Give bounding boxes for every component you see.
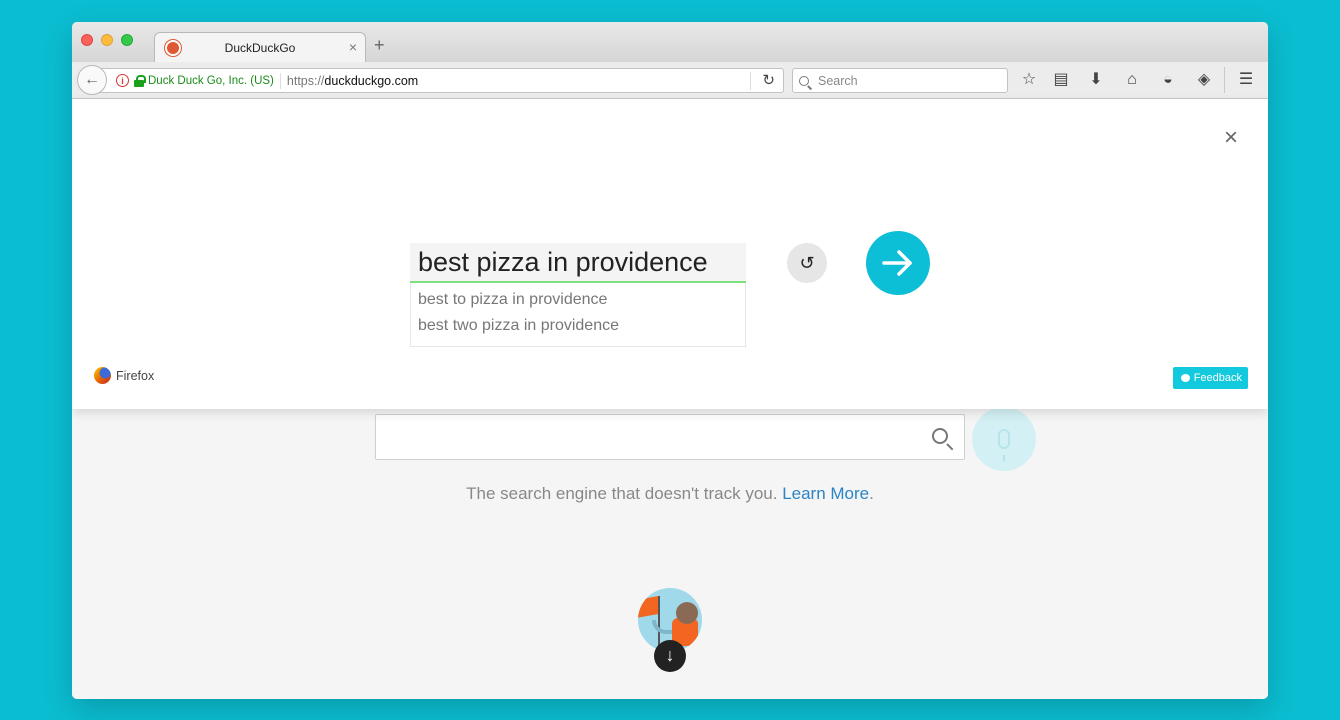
lock-icon[interactable] bbox=[134, 74, 146, 87]
tagline-text: The search engine that doesn't track you… bbox=[466, 484, 778, 503]
tab-duckduckgo[interactable]: DuckDuckGo × bbox=[154, 32, 366, 62]
mascot-head bbox=[676, 602, 698, 624]
reading-list-icon[interactable]: ▤ bbox=[1051, 70, 1071, 90]
flag-shape bbox=[638, 595, 660, 619]
info-icon[interactable]: i bbox=[116, 74, 129, 87]
tab-strip: DuckDuckGo × + bbox=[72, 22, 1268, 62]
duckduckgo-favicon-icon bbox=[165, 40, 181, 56]
microphone-button[interactable] bbox=[972, 407, 1036, 471]
voice-search-overlay: × best pizza in providence best to pizza… bbox=[72, 99, 1268, 409]
search-icon[interactable] bbox=[932, 428, 948, 444]
close-tab-icon[interactable]: × bbox=[349, 39, 357, 55]
firefox-label: Firefox bbox=[116, 368, 155, 383]
extension-icon[interactable]: ◈ bbox=[1194, 70, 1214, 90]
star-icon[interactable]: ☆ bbox=[1019, 70, 1039, 90]
close-window-button[interactable] bbox=[81, 34, 93, 46]
recognized-text: best pizza in providence bbox=[418, 247, 708, 277]
url-bar[interactable]: i Duck Duck Go, Inc. (US) https://duckdu… bbox=[100, 68, 784, 93]
url-protocol: https:// bbox=[286, 73, 325, 88]
recognized-text-field[interactable]: best pizza in providence bbox=[410, 243, 746, 283]
retry-button[interactable]: ↺ bbox=[787, 243, 827, 283]
suggestion-item[interactable]: best two pizza in providence bbox=[418, 317, 619, 335]
download-icon[interactable]: ⬇ bbox=[1086, 70, 1106, 90]
url-host: duckduckgo.com bbox=[324, 73, 419, 88]
tagline-period: . bbox=[869, 484, 874, 503]
minimize-window-button[interactable] bbox=[101, 34, 113, 46]
site-identity[interactable]: Duck Duck Go, Inc. (US) bbox=[148, 75, 274, 87]
learn-more-link[interactable]: Learn More bbox=[782, 484, 869, 503]
back-button[interactable]: ← bbox=[77, 65, 107, 95]
firefox-badge: Firefox bbox=[94, 367, 154, 384]
new-tab-button[interactable]: + bbox=[374, 36, 385, 54]
arrow-right-icon bbox=[882, 250, 912, 276]
go-button[interactable] bbox=[866, 231, 930, 295]
feedback-label: Feedback bbox=[1193, 372, 1242, 384]
suggestion-item[interactable]: best to pizza in providence bbox=[418, 291, 607, 309]
suggestion-list: best to pizza in providence best two piz… bbox=[410, 283, 746, 347]
pocket-icon[interactable]: ◒ bbox=[1158, 70, 1178, 90]
browser-window: DuckDuckGo × + i Duck Duck Go, Inc. (US)… bbox=[72, 22, 1268, 699]
scroll-down-button[interactable]: ↓ bbox=[654, 640, 686, 672]
url-separator bbox=[279, 72, 281, 89]
zoom-window-button[interactable] bbox=[121, 34, 133, 46]
navigation-toolbar: i Duck Duck Go, Inc. (US) https://duckdu… bbox=[72, 62, 1268, 99]
chat-bubble-icon bbox=[1180, 374, 1190, 382]
menu-icon[interactable]: ☰ bbox=[1236, 70, 1256, 90]
feedback-button[interactable]: Feedback bbox=[1172, 367, 1248, 389]
reload-icon[interactable]: ↻ bbox=[762, 72, 775, 90]
search-bar[interactable]: Search bbox=[792, 68, 1008, 93]
search-icon bbox=[799, 75, 809, 86]
url-divider bbox=[750, 72, 751, 90]
duckduckgo-search-input[interactable] bbox=[375, 414, 965, 460]
toolbar-separator bbox=[1224, 67, 1225, 93]
tab-title: DuckDuckGo bbox=[224, 41, 296, 55]
microphone-icon bbox=[998, 429, 1010, 461]
close-icon[interactable]: × bbox=[1224, 126, 1238, 150]
tagline: The search engine that doesn't track you… bbox=[72, 484, 1268, 504]
search-placeholder: Search bbox=[818, 73, 858, 88]
home-icon[interactable]: ⌂ bbox=[1122, 70, 1142, 90]
firefox-logo-icon bbox=[94, 367, 111, 384]
